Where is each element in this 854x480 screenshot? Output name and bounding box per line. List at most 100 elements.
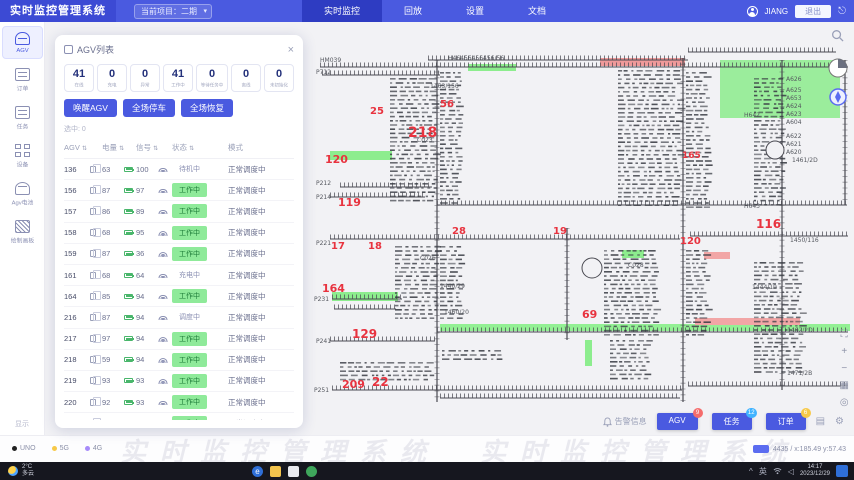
copy-icon[interactable] (90, 166, 96, 173)
agv-number: 157 (64, 207, 90, 216)
ime-icon[interactable]: 英 (759, 466, 767, 477)
copy-icon[interactable] (90, 335, 96, 342)
svg-text:164: 164 (322, 282, 345, 295)
notification-icon[interactable] (836, 465, 848, 477)
signal-value: 93 (136, 376, 158, 385)
sidebar-item-任务[interactable]: 任务 (2, 101, 43, 135)
map-toolbar-button-AGV[interactable]: AGV9 (657, 413, 698, 430)
nav-item-设置[interactable]: 设置 (444, 0, 506, 22)
agv-row-161[interactable]: 1616864充电中正常调度中 (64, 265, 294, 286)
agv-row-159[interactable]: 1598736工作中正常调度中 (64, 244, 294, 265)
copy-icon[interactable] (90, 272, 96, 279)
wifi-icon (158, 335, 167, 343)
battery-icon (124, 230, 133, 235)
stat-box-充电[interactable]: 0充电 (97, 64, 127, 92)
agv-row-218[interactable]: 2185994工作中正常调度中 (64, 350, 294, 371)
copy-icon[interactable] (90, 377, 96, 384)
battery-value: 93 (102, 376, 124, 385)
svg-text:P712: P712 (316, 69, 331, 76)
locate-icon[interactable]: ◎ (840, 398, 849, 408)
sidebar-item-设备[interactable]: 设备 (2, 139, 43, 173)
svg-text:P221: P221 (316, 240, 331, 247)
search-icon[interactable] (831, 29, 844, 42)
taskbar-weather[interactable]: 2°C 多云 (0, 464, 42, 478)
sidebar-item-绘制画板[interactable]: 绘制画板 (2, 215, 43, 249)
stat-box-在线[interactable]: 41在线 (64, 64, 94, 92)
tray-expand-icon[interactable]: ^ (749, 467, 753, 476)
battery-icon (124, 251, 133, 256)
agv-row-158[interactable]: 1586895工作中正常调度中 (64, 223, 294, 244)
copy-icon[interactable] (90, 208, 96, 215)
logout-button[interactable]: 退出 (795, 5, 831, 18)
copy-icon[interactable] (90, 293, 96, 300)
status-badge: 工作中 (172, 332, 207, 346)
project-select[interactable]: 当前项目：二期 ▾ (134, 4, 212, 19)
battery-value: 68 (102, 228, 124, 237)
legend-dot (52, 446, 57, 451)
cursor-chip-icon (753, 445, 769, 453)
sidebar-item-订单[interactable]: 订单 (2, 63, 43, 97)
agv-row-156[interactable]: 1568797工作中正常调度中 (64, 180, 294, 201)
stat-box-离线[interactable]: 0离线 (231, 64, 261, 92)
agv-row-240[interactable]: 2407090工作中正常调度中 (64, 413, 294, 420)
nav-item-文档[interactable]: 文档 (506, 0, 568, 22)
copy-icon[interactable] (90, 229, 96, 236)
mode-text: 正常调度中 (228, 270, 294, 281)
sidebar-item-Agv电池[interactable]: Agv电池 (2, 177, 43, 211)
browser-icon[interactable] (306, 466, 317, 477)
signal-value: 97 (136, 186, 158, 195)
copy-icon[interactable] (90, 187, 96, 194)
copy-icon[interactable] (90, 356, 96, 363)
close-icon[interactable]: × (288, 45, 294, 55)
folder-icon[interactable] (270, 466, 281, 477)
copy-icon[interactable] (90, 399, 96, 406)
panel-button-全场恢复[interactable]: 全场恢复 (181, 99, 233, 117)
agv-row-157[interactable]: 1578689工作中正常调度中 (64, 201, 294, 222)
agv-row-217[interactable]: 2179794工作中正常调度中 (64, 329, 294, 350)
agv-row-219[interactable]: 2199393工作中正常调度中 (64, 371, 294, 392)
agv-row-216[interactable]: 2168794调度中正常调度中 (64, 307, 294, 328)
sidebar-item-label: 绘制画板 (4, 236, 41, 245)
agv-row-164[interactable]: 1648594工作中正常调度中 (64, 286, 294, 307)
battery-icon (124, 188, 133, 193)
alert-chip[interactable]: 告警信息 (603, 416, 647, 427)
nav-item-实时监控[interactable]: 实时监控 (302, 0, 382, 22)
agv-row-136[interactable]: 13663100待机中正常调度中 (64, 159, 294, 180)
panel-button-唤醒AGV[interactable]: 唤醒AGV (64, 99, 117, 117)
file-explorer-icon[interactable] (288, 466, 299, 477)
stat-box-未初始化[interactable]: 0未初始化 (264, 64, 294, 92)
exit-icon[interactable]: ⎋ (838, 6, 846, 17)
taskbar-clock[interactable]: 14:17 2023/12/29 (800, 464, 830, 478)
panel-button-全场停车[interactable]: 全场停车 (123, 99, 175, 117)
sidebar-item-AGV[interactable]: AGV (2, 26, 43, 59)
fullscreen-icon[interactable]: ⛶ (840, 330, 849, 340)
watermark: 实时监控管理系统 实时监控管理系统 (120, 435, 800, 462)
task-icon (2, 106, 43, 119)
volume-icon[interactable]: ◁ (788, 467, 794, 476)
map-toolbar-button-订单[interactable]: 订单6 (766, 413, 806, 430)
gear-icon[interactable]: ⚙ (835, 416, 844, 427)
battery-icon (124, 167, 133, 172)
edge-icon[interactable]: e (252, 466, 263, 477)
mode-text: 正常调度中 (228, 354, 294, 365)
grid-icon[interactable]: ▦ (840, 381, 849, 391)
legend-item-4G: 4G (85, 445, 102, 452)
wifi-tray-icon[interactable] (773, 467, 782, 475)
coords-readout: 4435 / x:185.49 y:57.43 (753, 445, 846, 453)
stat-box-异常[interactable]: 0异常 (130, 64, 160, 92)
status-badge: 工作中 (172, 374, 207, 388)
nav-item-回放[interactable]: 回放 (382, 0, 444, 22)
zoom-in-icon[interactable]: + (840, 347, 849, 357)
copy-icon[interactable] (90, 314, 96, 321)
map-toolbar-button-任务[interactable]: 任务12 (712, 413, 752, 430)
weather-temp: 2°C (22, 464, 32, 470)
app-title: 实时监控管理系统 (0, 0, 116, 22)
signal-value: 90 (136, 419, 158, 420)
zoom-out-icon[interactable]: − (840, 364, 849, 374)
copy-icon[interactable] (90, 250, 96, 257)
legend-doc-icon[interactable]: ▤ (816, 416, 825, 427)
stat-box-等待任务中[interactable]: 0等待任务中 (196, 64, 228, 92)
agv-row-220[interactable]: 2209293工作中正常调度中 (64, 392, 294, 413)
svg-text:120: 120 (325, 153, 348, 166)
stat-box-工作中[interactable]: 41工作中 (163, 64, 193, 92)
